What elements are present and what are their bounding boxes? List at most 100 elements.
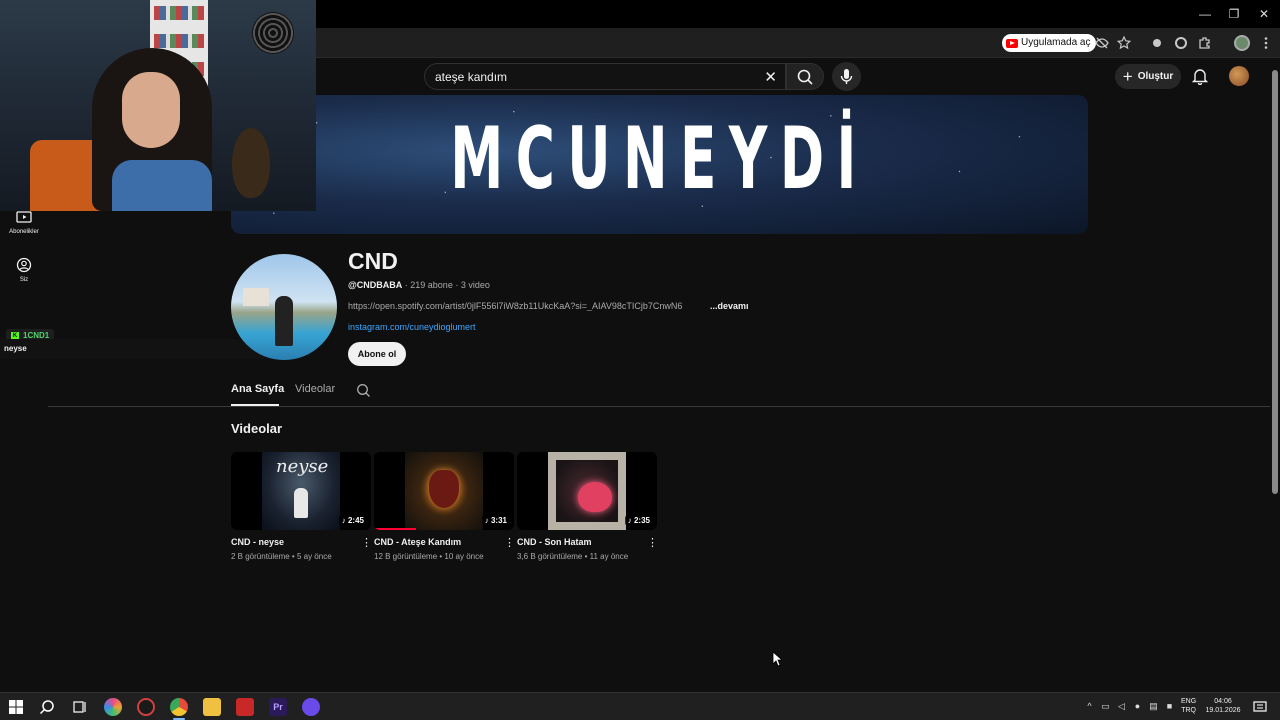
sidebar-item-label: Abonelikler: [9, 229, 39, 235]
microphone-tray-icon[interactable]: ●: [1132, 701, 1143, 712]
channel-instagram-link[interactable]: instagram.com/cuneydioglumert: [348, 322, 476, 332]
voicemod-app-icon[interactable]: [236, 698, 254, 716]
video-title[interactable]: CND - neyse: [231, 537, 284, 547]
voice-search-button[interactable]: [832, 62, 861, 91]
notifications-bell-icon[interactable]: [1191, 67, 1209, 86]
clear-search-icon[interactable]: ✕: [764, 68, 777, 86]
you-icon: [16, 257, 32, 273]
create-label: Oluştur: [1137, 71, 1174, 82]
language-indicator[interactable]: ENG TRQ: [1181, 697, 1196, 715]
show-hidden-icons-icon[interactable]: ^: [1084, 701, 1095, 712]
video-duration-text: 2:35: [633, 516, 650, 525]
browser-menu-icon[interactable]: [1258, 35, 1274, 51]
video-card[interactable]: neyse ♪ 2:45 CND - neyse 2 B görüntüleme…: [231, 452, 372, 561]
minimize-button[interactable]: —: [1190, 4, 1220, 24]
search-button[interactable]: [786, 63, 824, 90]
video-thumbnail[interactable]: neyse ♪ 2:45: [231, 452, 371, 530]
taskbar-search-icon[interactable]: [38, 698, 56, 716]
system-clock[interactable]: 04:06 19.01.2026: [1203, 697, 1243, 715]
channel-handle: @CNDBABA: [348, 280, 403, 290]
shelf-books-row: [154, 6, 204, 20]
tab-videos[interactable]: Videolar: [295, 383, 335, 395]
cover-broken-heart: [578, 482, 612, 512]
create-button[interactable]: + Oluştur: [1115, 64, 1181, 89]
channel-meta: @CNDBABA · 219 abone · 3 video: [348, 280, 490, 290]
more-options-icon[interactable]: ⋮: [361, 537, 372, 549]
account-avatar[interactable]: [1229, 66, 1249, 86]
channel-more-link[interactable]: ...devamı: [710, 301, 749, 311]
cover-art-text: neyse: [276, 456, 329, 477]
now-playing-title: neyse: [4, 344, 27, 353]
obs-app-icon[interactable]: [137, 698, 155, 716]
windows-start-icon[interactable]: [7, 698, 25, 716]
more-options-icon[interactable]: ⋮: [647, 537, 658, 549]
battery-icon[interactable]: ▭: [1100, 701, 1111, 712]
clock-date: 19.01.2026: [1205, 707, 1241, 714]
maximize-button[interactable]: ❐: [1219, 4, 1249, 24]
channel-avatar[interactable]: [231, 254, 337, 360]
page-scrollbar-thumb[interactable]: [1272, 70, 1278, 494]
cover-art: neyse: [262, 452, 340, 530]
video-thumbnail[interactable]: ♪ 2:35: [517, 452, 657, 530]
task-view-icon[interactable]: [71, 698, 89, 716]
eye-off-icon[interactable]: [1094, 35, 1110, 51]
video-meta: 3,6 B görüntüleme • 11 ay önce: [517, 552, 629, 561]
sidebar-item-label: Siz: [19, 277, 29, 283]
banner-title: MCUNEYDİ: [450, 109, 869, 209]
language-bottom: TRQ: [1181, 707, 1196, 714]
bookmark-star-icon[interactable]: [1116, 35, 1132, 51]
wall-target-decor: [252, 12, 294, 54]
network-icon[interactable]: ▤: [1148, 701, 1159, 712]
channel-description[interactable]: https://open.spotify.com/artist/0jlF556l…: [348, 301, 710, 311]
video-title[interactable]: CND - Ateşe Kandım: [374, 537, 461, 547]
open-in-app-button[interactable]: Uygulamada aç: [1002, 34, 1097, 52]
subscriptions-icon: [16, 211, 32, 223]
videos-section-title: Videolar: [231, 421, 283, 436]
youtube-logo-icon: [1006, 38, 1018, 48]
video-card[interactable]: ♪ 3:31 CND - Ateşe Kandım 12 B görüntüle…: [374, 452, 515, 561]
chrome-app-icon[interactable]: [170, 698, 188, 716]
extension-icon[interactable]: [1149, 35, 1165, 51]
notification-center-icon[interactable]: [1251, 698, 1269, 716]
webcam-overlay: [0, 0, 316, 211]
channel-banner: MCUNEYDİ: [231, 95, 1088, 234]
video-title[interactable]: CND - Son Hatam: [517, 537, 592, 547]
extensions-puzzle-icon[interactable]: [1197, 35, 1213, 51]
search-input[interactable]: ateşe kandım ✕: [424, 63, 786, 90]
copilot-icon[interactable]: [104, 698, 122, 716]
video-duration: ♪ 2:35: [624, 515, 653, 526]
video-card[interactable]: ♪ 2:35 CND - Son Hatam 3,6 B görüntüleme…: [517, 452, 658, 561]
streamer-shirt: [112, 160, 212, 211]
video-meta: 2 B görüntüleme • 5 ay önce: [231, 552, 332, 561]
discord-app-icon[interactable]: [302, 698, 320, 716]
clock-time: 04:06: [1214, 698, 1232, 705]
guitar: [232, 128, 270, 198]
video-thumbnail[interactable]: ♪ 3:31: [374, 452, 514, 530]
avatar-person: [275, 296, 293, 346]
close-window-button[interactable]: ✕: [1249, 4, 1279, 24]
sidebar-item-subscriptions[interactable]: Abonelikler: [0, 209, 48, 235]
tab-home[interactable]: Ana Sayfa: [231, 383, 284, 395]
search-query: ateşe kandım: [435, 70, 508, 84]
channel-search-icon[interactable]: [356, 383, 371, 398]
cover-art: [548, 452, 626, 530]
channel-stats: · 219 abone · 3 video: [402, 280, 490, 290]
extension-circle-icon[interactable]: [1173, 35, 1189, 51]
nvidia-tray-icon[interactable]: ■: [1164, 701, 1175, 712]
volume-icon[interactable]: ◁: [1116, 701, 1127, 712]
shelf-books-row: [154, 34, 204, 48]
subscribe-button[interactable]: Abone ol: [348, 342, 406, 366]
windows-taskbar: Pr ^ ▭ ◁ ● ▤ ■ ENG TRQ 04:06 19.01.2026: [0, 692, 1280, 720]
sidebar-item-you[interactable]: Siz: [0, 257, 48, 283]
cover-heart: [429, 470, 459, 508]
video-meta: 12 B görüntüleme • 10 ay önce: [374, 552, 484, 561]
video-duration-text: 3:31: [490, 516, 507, 525]
channel-name: CND: [348, 248, 398, 274]
file-explorer-icon[interactable]: [203, 698, 221, 716]
cover-figure: [294, 488, 308, 518]
more-options-icon[interactable]: ⋮: [504, 537, 515, 549]
now-playing-bar: neyse: [0, 339, 265, 359]
video-duration-text: 2:45: [347, 516, 364, 525]
premiere-pro-icon[interactable]: Pr: [269, 698, 287, 716]
browser-profile-avatar[interactable]: [1234, 35, 1250, 51]
